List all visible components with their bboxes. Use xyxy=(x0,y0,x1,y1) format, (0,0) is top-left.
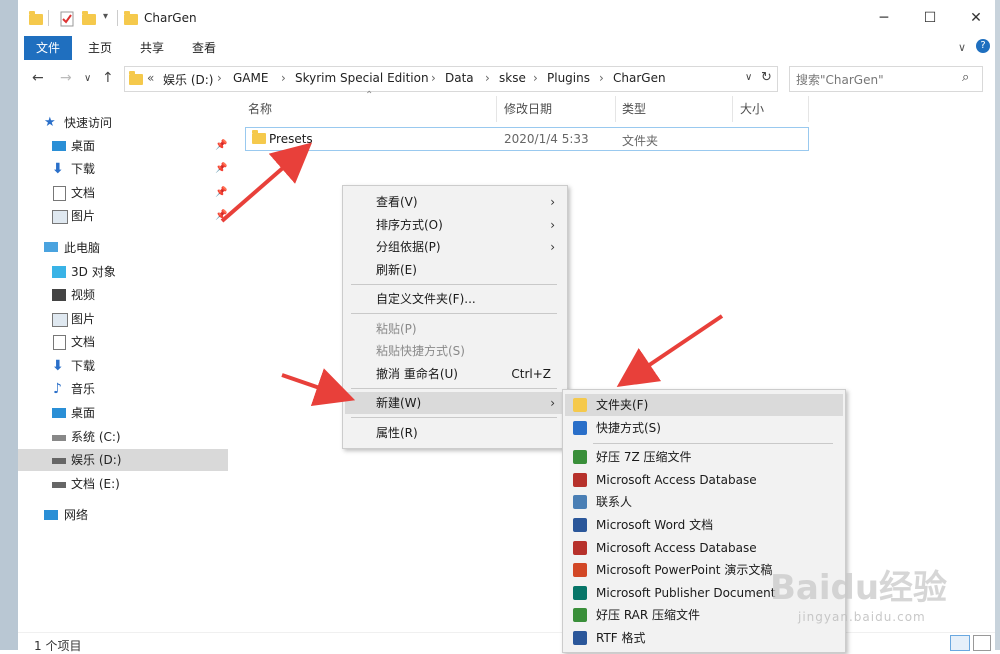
explorer-window: ▾ CharGen ─ ☐ ✕ 文件 主页 共享 查看 ∨ ? ← → ∨ ↑ … xyxy=(0,0,1000,653)
baidu-watermark: Baidu经验 jingyan.baidu.com xyxy=(770,548,990,628)
annotation-arrow-presets xyxy=(220,142,313,223)
annotation-arrow-new xyxy=(281,368,356,407)
watermark-brand: Baidu经验 xyxy=(770,568,948,608)
annotation-arrow-folder xyxy=(616,314,724,387)
watermark-url: jingyan.baidu.com xyxy=(798,610,926,624)
